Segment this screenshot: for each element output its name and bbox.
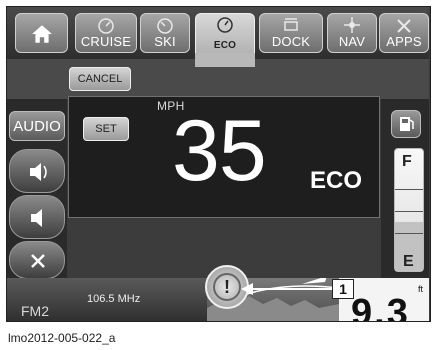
volume-up-icon [30,163,47,181]
set-button[interactable]: SET [83,117,129,141]
depth-value: 9.3 [351,292,410,322]
top-nav-bar: CRUISE SKI ECO DOCK NAV APPS [7,7,429,65]
warning-icon: ! [213,273,241,301]
volume-down-button[interactable] [9,195,65,239]
dock-icon [284,18,298,31]
fuel-button[interactable] [391,110,421,138]
radio-frequency: 106.5 MHz [87,293,141,305]
fuel-pump-icon [400,117,414,131]
figure-caption: lmo2012-005-022_a [8,331,116,345]
radio-band: FM2 [21,303,49,319]
gauge-tick [395,189,423,190]
eco-mode-indicator: ECO [310,167,362,195]
tab-label: DOCK [271,34,311,49]
mute-icon [31,254,45,268]
mute-button[interactable] [9,241,65,279]
nav-icon [344,17,360,33]
active-tab-connector [195,53,255,67]
fuel-empty-label: E [403,253,414,270]
fuel-gauge: F E [394,148,424,272]
fuel-full-label: F [402,153,412,170]
tab-home[interactable] [15,13,68,53]
volume-down-icon [31,209,42,227]
depth-unit: ft [418,284,424,294]
home-icon [31,25,52,43]
tab-nav[interactable]: NAV [327,13,377,53]
ski-icon [157,18,173,34]
speed-value: 35 [172,103,267,199]
gauge-tick [395,211,423,212]
tab-label: SKI [154,34,176,49]
tab-label: ECO [213,40,237,51]
display-screen: CRUISE SKI ECO DOCK NAV APPS CANCEL AUDI… [6,6,431,322]
tab-label: CRUISE [80,34,132,49]
tab-label: NAV [338,34,366,49]
callout-number: 1 [332,279,354,299]
tab-apps[interactable]: APPS [379,13,429,53]
gauge-tick [395,233,423,234]
cancel-button[interactable]: CANCEL [69,67,131,91]
tab-label: APPS [386,34,422,49]
tab-ski[interactable]: SKI [140,13,190,53]
volume-up-button[interactable] [9,149,65,193]
tab-dock[interactable]: DOCK [259,13,323,53]
callout-arrow [241,283,333,295]
eco-mode-label: ECO [310,167,363,194]
eco-icon [217,17,233,33]
audio-button[interactable]: AUDIO [9,111,65,141]
apps-icon [397,19,411,33]
cruise-icon [98,18,114,34]
tab-cruise[interactable]: CRUISE [75,13,137,53]
